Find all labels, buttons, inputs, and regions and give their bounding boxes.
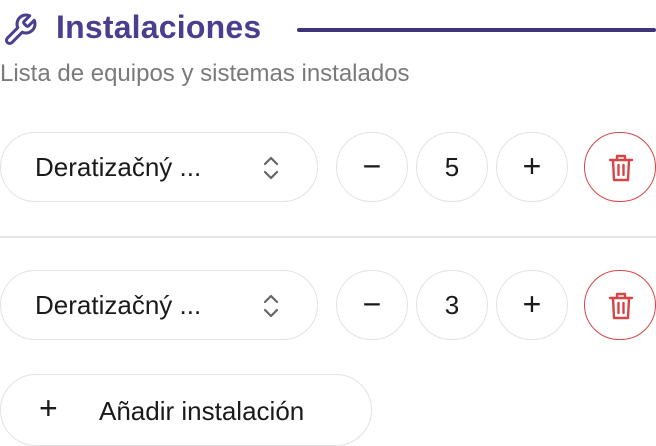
title-underline	[297, 28, 656, 32]
quantity-field[interactable]: 5	[416, 132, 488, 202]
quantity-value: 3	[444, 290, 460, 320]
row-divider	[0, 236, 656, 238]
decrement-button[interactable]: −	[336, 132, 408, 202]
installation-row: Deratizačný ... − 3 +	[0, 270, 656, 342]
add-installation-button[interactable]: + Añadir instalación	[0, 374, 372, 446]
chevron-up-down-icon	[263, 294, 279, 318]
add-installation-label: Añadir instalación	[99, 396, 305, 426]
plus-icon: +	[39, 390, 58, 426]
minus-icon: −	[362, 148, 382, 184]
installation-row: Deratizačný ... − 5 +	[0, 132, 656, 204]
trash-icon	[608, 154, 634, 182]
chevron-up-down-icon	[263, 156, 279, 180]
section-title: Instalaciones	[56, 9, 262, 45]
increment-button[interactable]: +	[496, 270, 568, 340]
plus-icon: +	[522, 148, 542, 184]
plus-icon: +	[522, 286, 542, 322]
section-header: Instalaciones	[0, 6, 656, 50]
wrench-icon	[5, 13, 37, 45]
delete-button[interactable]	[584, 270, 656, 340]
trash-icon	[608, 292, 634, 320]
minus-icon: −	[362, 286, 382, 322]
section-subtitle: Lista de equipos y sistemas instalados	[0, 60, 410, 87]
equipment-select[interactable]: Deratizačný ...	[0, 270, 318, 340]
delete-button[interactable]	[584, 132, 656, 202]
increment-button[interactable]: +	[496, 132, 568, 202]
quantity-value: 5	[444, 152, 460, 182]
decrement-button[interactable]: −	[336, 270, 408, 340]
equipment-select-value: Deratizačný ...	[35, 290, 202, 320]
equipment-select-value: Deratizačný ...	[35, 152, 202, 182]
quantity-field[interactable]: 3	[416, 270, 488, 340]
equipment-select[interactable]: Deratizačný ...	[0, 132, 318, 202]
